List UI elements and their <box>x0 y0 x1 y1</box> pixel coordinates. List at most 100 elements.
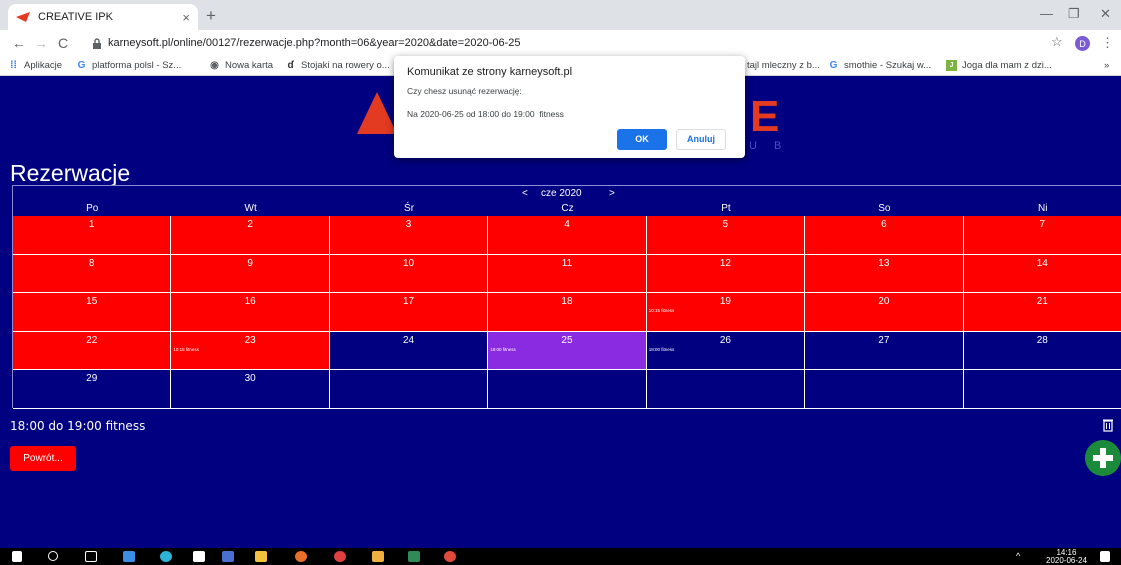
day-number: 26 <box>719 334 731 346</box>
calendar-day[interactable]: 27 <box>805 331 964 371</box>
calendar-day[interactable]: 3 <box>329 216 489 255</box>
calendar-day[interactable]: 12 <box>646 254 806 294</box>
day-number: 21 <box>1036 296 1048 308</box>
calendar-day[interactable]: 24 <box>329 331 489 371</box>
calendar-day[interactable]: 19 10:15 fitness <box>646 293 806 332</box>
calendar-day[interactable]: 16 <box>171 293 330 332</box>
bookmark-apps[interactable]: ⁞⁞ Aplikacje <box>8 60 62 71</box>
reservation-event[interactable]: 18:00 fitness <box>490 347 516 352</box>
next-month-button[interactable]: > <box>609 188 615 199</box>
calendar-day[interactable]: 18 <box>488 293 647 332</box>
windows-start-icon[interactable] <box>12 551 22 562</box>
back-button[interactable]: Powrót... <box>10 446 76 471</box>
day-number: 2 <box>247 219 253 230</box>
minimize-icon[interactable]: — <box>1040 6 1053 21</box>
calendar-day[interactable]: 13 <box>805 254 964 294</box>
calendar-day[interactable]: 10 <box>329 254 489 294</box>
app-icon[interactable] <box>372 551 384 562</box>
task-view-icon[interactable] <box>85 551 97 562</box>
calendar-day[interactable]: 2 <box>171 216 330 255</box>
firefox-icon[interactable] <box>295 551 307 562</box>
search-icon[interactable] <box>48 551 58 561</box>
trash-icon[interactable] <box>1102 418 1114 432</box>
store-icon[interactable] <box>193 551 205 562</box>
reservation-event[interactable]: 10:15 fitness <box>173 347 199 352</box>
chrome-icon[interactable] <box>444 551 456 562</box>
calendar-day[interactable]: 8 <box>13 254 172 294</box>
day-number: 18 <box>561 296 573 308</box>
calendar-day[interactable]: 11 <box>488 254 647 294</box>
calendar-day[interactable]: 4 <box>488 216 647 255</box>
calendar-day[interactable]: 5 <box>646 216 806 255</box>
logo-triangle-icon <box>357 92 397 134</box>
address-bar[interactable]: karneysoft.pl/online/00127/rezerwacje.ph… <box>92 33 1082 53</box>
tab-strip: CREATIVE IPK × + — ❐ ✕ <box>0 0 1121 30</box>
calendar-day[interactable]: 23 10:15 fitness <box>171 331 330 371</box>
bike-site-icon: ɗ <box>287 60 294 71</box>
ok-button[interactable]: OK <box>617 129 667 150</box>
bookmark-smothie[interactable]: G smothie - Szukaj w... <box>828 60 932 71</box>
calendar-day[interactable]: 21 <box>963 293 1121 332</box>
calendar-day[interactable]: 25 18:00 fitness <box>488 331 647 371</box>
bookmark-platforma[interactable]: G platforma polsl - Sz... <box>76 60 182 71</box>
close-window-icon[interactable]: ✕ <box>1100 6 1111 22</box>
windows-taskbar: ^ 14:16 2020-06-24 <box>0 548 1121 565</box>
google-icon: G <box>77 60 86 71</box>
reservation-event[interactable]: 10:15 fitness <box>649 308 675 313</box>
calendar-day[interactable]: 30 <box>171 370 330 409</box>
tray-chevron-icon[interactable]: ^ <box>1016 551 1020 561</box>
prev-month-button[interactable]: < <box>522 188 528 199</box>
bookmark-label: platforma polsl - Sz... <box>92 60 182 71</box>
day-number: 4 <box>564 219 570 230</box>
forward-arrow-icon[interactable]: → <box>30 35 52 51</box>
cancel-button[interactable]: Anuluj <box>676 129 726 150</box>
back-arrow-icon[interactable]: ← <box>8 35 30 51</box>
app-icon[interactable] <box>222 551 234 562</box>
calendar-day[interactable]: 9 <box>171 254 330 294</box>
excel-icon[interactable] <box>408 551 420 562</box>
bookmark-star-icon[interactable]: ☆ <box>1051 34 1063 50</box>
bookmark-koktajl[interactable]: tajl mleczny z b... <box>747 60 820 71</box>
tab-title: CREATIVE IPK <box>38 11 113 23</box>
menu-dots-icon[interactable]: ⋮ <box>1101 35 1114 51</box>
calendar-day[interactable]: 14 <box>963 254 1121 294</box>
calendar-day[interactable]: 6 <box>805 216 964 255</box>
day-number: 5 <box>722 219 729 230</box>
calendar-day[interactable]: 26 18:00 fitness <box>646 331 806 371</box>
bookmarks-more-button[interactable]: » <box>1104 60 1109 71</box>
add-reservation-button[interactable] <box>1085 440 1121 476</box>
bookmark-nowa-karta[interactable]: ◉ Nowa karta <box>209 60 273 71</box>
file-explorer-icon[interactable] <box>255 551 267 562</box>
creative-ipk-favicon-icon <box>16 10 30 24</box>
calendar-day[interactable]: 15 <box>13 293 172 332</box>
weekday-header: So <box>878 203 891 214</box>
calendar-day[interactable]: 29 <box>13 370 172 409</box>
day-number: 27 <box>878 334 890 346</box>
logo-letter: E <box>750 92 780 141</box>
calendar-day[interactable]: 7 <box>963 216 1121 255</box>
day-number: 25 <box>561 334 573 346</box>
tab-close-icon[interactable]: × <box>182 10 190 25</box>
calendar-day[interactable]: 17 <box>329 293 489 332</box>
new-tab-button[interactable]: + <box>206 6 216 26</box>
calendar-day[interactable]: 22 <box>13 331 172 371</box>
reload-icon[interactable]: C <box>52 35 74 51</box>
day-number: 9 <box>247 257 253 269</box>
reservation-event[interactable]: 18:00 fitness <box>649 347 675 352</box>
browser-tab[interactable]: CREATIVE IPK × <box>8 4 198 30</box>
edge-icon[interactable] <box>160 551 172 562</box>
day-number: 22 <box>86 334 98 346</box>
calendar-day[interactable]: 28 <box>963 331 1121 371</box>
restore-icon[interactable]: ❐ <box>1068 6 1080 22</box>
app-icon[interactable] <box>334 551 346 562</box>
calendar-day[interactable]: 20 <box>805 293 964 332</box>
notifications-icon[interactable] <box>1100 551 1110 562</box>
day-number: 3 <box>405 219 412 230</box>
bookmark-joga[interactable]: J Joga dla mam z dzi... <box>946 60 1052 71</box>
mail-icon[interactable] <box>123 551 135 562</box>
calendar-day[interactable]: 1 <box>13 216 172 255</box>
clock[interactable]: 14:16 2020-06-24 <box>1046 549 1087 565</box>
profile-avatar[interactable]: D <box>1075 36 1090 51</box>
selected-reservation-info: 18:00 do 19:00 fitness <box>10 419 146 433</box>
bookmark-stojaki[interactable]: ɗ Stojaki na rowery o... <box>285 60 389 71</box>
